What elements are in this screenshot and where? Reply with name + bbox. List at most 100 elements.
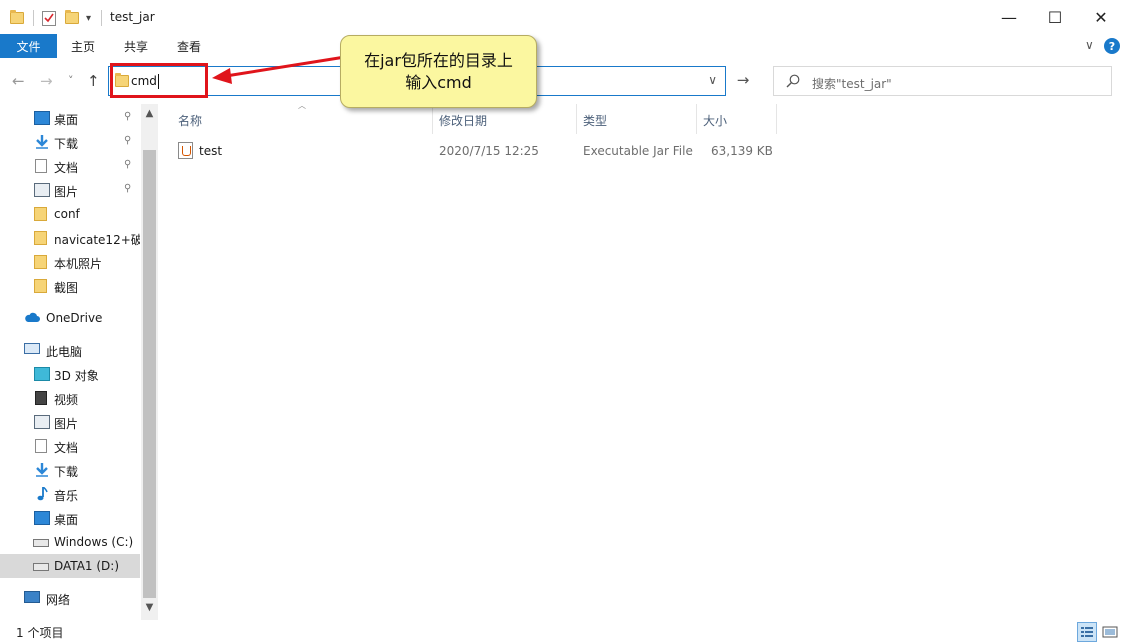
3d-objects-icon bbox=[34, 367, 50, 381]
ribbon-tabs: 文件 主页 共享 查看 ∨ bbox=[0, 34, 1126, 58]
scroll-down-icon[interactable]: ▼ bbox=[141, 602, 158, 613]
document-icon bbox=[35, 159, 47, 173]
sidebar-item-screenshots[interactable]: 截图 bbox=[0, 274, 140, 298]
sidebar-item-desktop-pc[interactable]: 桌面 bbox=[0, 506, 140, 530]
sidebar-item-label: 桌面 bbox=[54, 113, 79, 127]
sidebar-item-desktop[interactable]: 桌面 ⚲ bbox=[0, 106, 140, 130]
tab-file[interactable]: 文件 bbox=[0, 34, 57, 58]
go-button[interactable]: → bbox=[732, 71, 754, 91]
sidebar-item-label: 3D 对象 bbox=[54, 369, 99, 383]
back-button[interactable]: ← bbox=[12, 72, 25, 90]
details-view-button[interactable] bbox=[1077, 622, 1097, 642]
sidebar-item-pictures[interactable]: 图片 ⚲ bbox=[0, 178, 140, 202]
sidebar-item-pictures-pc[interactable]: 图片 bbox=[0, 410, 140, 434]
sidebar-item-onedrive[interactable]: OneDrive bbox=[0, 306, 140, 330]
title-bar: ▾ test_jar — ☐ ✕ bbox=[0, 0, 1126, 34]
sidebar-item-documents-pc[interactable]: 文档 bbox=[0, 434, 140, 458]
recent-locations-button[interactable]: ˅ bbox=[68, 74, 74, 87]
large-icons-view-button[interactable] bbox=[1100, 622, 1120, 642]
drive-icon bbox=[33, 539, 49, 547]
sidebar-item-downloads[interactable]: 下载 ⚲ bbox=[0, 130, 140, 154]
column-header-name[interactable]: 名称 bbox=[178, 112, 202, 129]
pin-icon: ⚲ bbox=[124, 183, 132, 194]
sidebar-item-conf[interactable]: conf bbox=[0, 202, 140, 226]
column-header-type[interactable]: 类型 bbox=[583, 112, 607, 129]
search-placeholder: 搜索"test_jar" bbox=[812, 77, 892, 91]
item-count: 1 个项目 bbox=[16, 626, 64, 640]
sidebar-item-drive-d[interactable]: DATA1 (D:) bbox=[0, 554, 140, 578]
file-size: 63,139 KB bbox=[711, 144, 773, 158]
pictures-icon bbox=[34, 183, 50, 197]
callout-annotation: 在jar包所在的目录上 输入cmd bbox=[340, 35, 537, 108]
sidebar-item-label: 图片 bbox=[54, 185, 79, 199]
address-dropdown-icon[interactable]: ∨ bbox=[708, 73, 717, 87]
download-icon bbox=[36, 463, 48, 477]
sidebar-item-label: 下载 bbox=[54, 465, 79, 479]
document-icon bbox=[35, 439, 47, 453]
sidebar-item-label: Windows (C:) bbox=[54, 535, 134, 549]
sidebar-item-label: 图片 bbox=[54, 417, 79, 431]
cloud-icon bbox=[25, 312, 40, 322]
sidebar-item-documents[interactable]: 文档 ⚲ bbox=[0, 154, 140, 178]
sort-ascending-icon: ︿ bbox=[298, 101, 306, 110]
sidebar-item-label: conf bbox=[54, 207, 80, 221]
column-divider[interactable] bbox=[696, 104, 697, 134]
close-button[interactable]: ✕ bbox=[1078, 0, 1124, 34]
sidebar-item-label: 本机照片 bbox=[54, 257, 103, 271]
tab-home[interactable]: 主页 bbox=[71, 38, 95, 55]
sidebar-item-local-photos[interactable]: 本机照片 bbox=[0, 250, 140, 274]
column-divider[interactable] bbox=[776, 104, 777, 134]
sidebar-item-music[interactable]: 音乐 bbox=[0, 482, 140, 506]
sidebar-item-label: 文档 bbox=[54, 161, 79, 175]
column-header-modified[interactable]: 修改日期 bbox=[439, 112, 487, 129]
sidebar-item-label: 此电脑 bbox=[46, 345, 83, 359]
sidebar-item-videos[interactable]: 视频 bbox=[0, 386, 140, 410]
sidebar-scroll-thumb[interactable] bbox=[143, 150, 156, 598]
callout-line-2: 输入cmd bbox=[405, 72, 472, 92]
minimize-button[interactable]: — bbox=[986, 0, 1032, 34]
file-name: test bbox=[199, 144, 223, 158]
status-bar: 1 个项目 bbox=[0, 620, 1126, 644]
drive-icon bbox=[33, 563, 49, 571]
sidebar-item-label: 视频 bbox=[54, 393, 79, 407]
pin-icon: ⚲ bbox=[124, 159, 132, 170]
sidebar-item-3d-objects[interactable]: 3D 对象 bbox=[0, 362, 140, 386]
details-view-icon bbox=[1081, 627, 1093, 637]
customize-toolbar-icon[interactable]: ▾ bbox=[86, 9, 91, 27]
tab-share[interactable]: 共享 bbox=[124, 38, 148, 55]
large-icons-view-icon bbox=[1102, 626, 1118, 638]
tab-view[interactable]: 查看 bbox=[177, 38, 201, 55]
maximize-button[interactable]: ☐ bbox=[1032, 0, 1078, 34]
sidebar-item-label: navicate12+破解 bbox=[54, 233, 140, 247]
file-row[interactable]: test 2020/7/15 12:25 Executable Jar File… bbox=[174, 140, 794, 162]
properties-icon[interactable] bbox=[42, 9, 56, 27]
search-box[interactable]: 搜索"test_jar" bbox=[773, 66, 1112, 96]
sidebar-item-downloads-pc[interactable]: 下载 bbox=[0, 458, 140, 482]
video-icon bbox=[35, 391, 47, 405]
sidebar-item-label: 音乐 bbox=[54, 489, 79, 503]
forward-button[interactable]: → bbox=[40, 72, 53, 90]
download-icon bbox=[36, 135, 48, 149]
new-folder-icon[interactable] bbox=[65, 9, 79, 27]
ribbon-expand-icon[interactable]: ∨ bbox=[1085, 38, 1094, 52]
up-button[interactable]: ↑ bbox=[87, 72, 100, 90]
folder-icon bbox=[34, 231, 47, 245]
sidebar-item-label: DATA1 (D:) bbox=[54, 559, 120, 573]
music-icon bbox=[37, 487, 48, 501]
jar-file-icon bbox=[178, 142, 193, 159]
column-header-size[interactable]: 大小 bbox=[703, 112, 727, 129]
navigation-pane: 桌面 ⚲ 下载 ⚲ 文档 ⚲ 图片 ⚲ conf navicate12+破解 本… bbox=[0, 104, 158, 620]
help-icon[interactable]: ? bbox=[1104, 38, 1120, 54]
sidebar-item-label: 网络 bbox=[46, 593, 71, 607]
sidebar-item-network[interactable]: 网络 bbox=[0, 586, 140, 610]
sidebar-item-navicate[interactable]: navicate12+破解 bbox=[0, 226, 140, 250]
sidebar-item-drive-c[interactable]: Windows (C:) bbox=[0, 530, 140, 554]
file-list: ︿ 名称 修改日期 类型 大小 test 2020/7/15 12:25 Exe… bbox=[158, 101, 1126, 620]
sidebar-item-label: 桌面 bbox=[54, 513, 79, 527]
sidebar-item-this-pc[interactable]: 此电脑 bbox=[0, 338, 140, 362]
search-icon bbox=[786, 74, 800, 88]
column-divider[interactable] bbox=[576, 104, 577, 134]
file-modified: 2020/7/15 12:25 bbox=[439, 144, 539, 158]
scroll-up-icon[interactable]: ▲ bbox=[141, 108, 158, 119]
column-divider[interactable] bbox=[432, 104, 433, 134]
